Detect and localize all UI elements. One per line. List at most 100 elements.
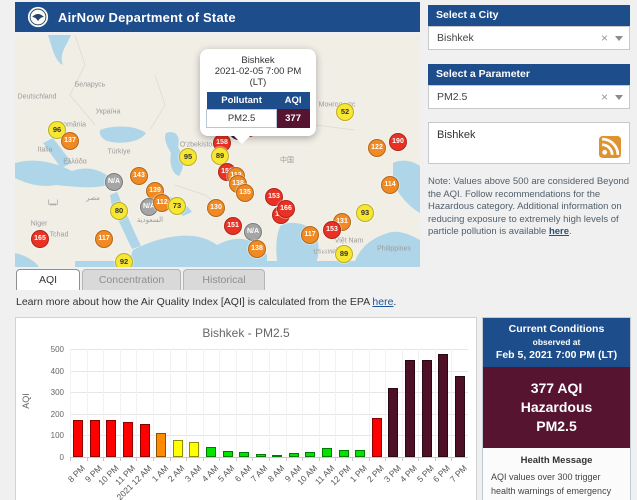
city-clear-icon[interactable]: × (601, 32, 608, 44)
map-marker[interactable]: N/A (105, 173, 123, 191)
map-marker[interactable]: 89 (335, 245, 353, 263)
map-marker[interactable]: 95 (179, 148, 197, 166)
chart-x-tick (435, 458, 436, 461)
map-marker[interactable]: N/A (244, 223, 262, 241)
map-place-label: Philippines (377, 246, 411, 253)
chart-vertical-gridline (385, 349, 386, 457)
chart-x-tick (70, 458, 71, 461)
chart-bar (73, 420, 83, 457)
chart-vertical-gridline (319, 349, 320, 457)
chart-bar (322, 448, 332, 457)
map-marker[interactable]: 122 (368, 139, 386, 157)
map-place-label: Україна (96, 109, 121, 116)
chart-x-tick (335, 458, 336, 461)
chart-x-tick (402, 458, 403, 461)
aqi-map[interactable]: DeutschlandБеларусьУкраїнаRomâniaItaliaΕ… (15, 35, 420, 267)
chart-bar (355, 450, 365, 457)
select-city-header: Select a City (428, 5, 630, 26)
map-marker[interactable]: 93 (356, 204, 374, 222)
chart-vertical-gridline (87, 349, 88, 457)
chart-x-tick (369, 458, 370, 461)
map-marker[interactable]: 114 (381, 176, 399, 194)
chart-x-tick (451, 458, 452, 461)
chart-vertical-gridline (153, 349, 154, 457)
map-marker[interactable]: 73 (168, 197, 186, 215)
map-marker[interactable]: 165 (31, 230, 49, 248)
chart-x-tick (136, 458, 137, 461)
conditions-observed-at: observed at (487, 337, 626, 347)
chart-x-tick (219, 458, 220, 461)
chart-bar (173, 440, 183, 457)
map-marker[interactable]: 117 (95, 230, 113, 248)
parameter-select[interactable]: PM2.5 × (428, 85, 630, 109)
chart-bar (455, 376, 465, 457)
chart-bar (106, 420, 116, 457)
chart-vertical-gridline (335, 349, 336, 457)
chart-x-tick-label: 5 AM (216, 463, 237, 484)
chart-x-axis-line (70, 457, 468, 458)
chart-x-tick (385, 458, 386, 461)
parameter-clear-icon[interactable]: × (601, 91, 608, 103)
chart-vertical-gridline (269, 349, 270, 457)
chart-bar (339, 450, 349, 457)
chart-vertical-gridline (286, 349, 287, 457)
sidebar: Select a City Bishkek × Select a Paramet… (428, 5, 630, 248)
map-marker[interactable]: 135 (236, 184, 254, 202)
note-here-link[interactable]: here (549, 226, 569, 237)
app-header: AirNow Department of State (15, 2, 420, 32)
chart-bar (388, 388, 398, 457)
map-popup: Bishkek 2021-02-05 7:00 PM (LT) Pollutan… (200, 49, 316, 136)
popup-timezone: (LT) (206, 77, 310, 88)
map-marker[interactable]: 137 (61, 132, 79, 150)
map-marker[interactable]: 117 (301, 226, 319, 244)
map-marker[interactable]: 153 (323, 221, 341, 239)
chart-vertical-gridline (70, 349, 71, 457)
chart-x-tick-label: 4 PM (398, 463, 419, 484)
tab-concentration[interactable]: Concentration (82, 269, 181, 290)
conditions-title: Current Conditions (487, 323, 626, 335)
parameter-caret-icon[interactable] (615, 95, 623, 100)
map-place-label: Ελλάδα (63, 159, 87, 166)
map-marker[interactable]: 80 (110, 202, 128, 220)
rss-icon[interactable] (599, 136, 621, 158)
chart-vertical-gridline (435, 349, 436, 457)
map-marker[interactable]: 130 (207, 199, 225, 217)
chart-vertical-gridline (302, 349, 303, 457)
current-conditions-header: Current Conditions observed at Feb 5, 20… (483, 318, 630, 367)
tab-aqi[interactable]: AQI (16, 269, 80, 290)
tab-historical[interactable]: Historical (183, 269, 265, 290)
chart-vertical-gridline (402, 349, 403, 457)
chart-bar (206, 447, 216, 457)
map-marker[interactable]: 151 (224, 217, 242, 235)
chart-x-tick-label: 8 AM (266, 463, 287, 484)
chart-bar (405, 360, 415, 457)
chart-bar (372, 418, 382, 457)
city-select[interactable]: Bishkek × (428, 26, 630, 50)
chart-bar (223, 451, 233, 457)
chart-vertical-gridline (170, 349, 171, 457)
learn-more-here-link[interactable]: here (372, 296, 393, 308)
conditions-aqi-value: 377 AQI (487, 379, 626, 398)
chart-x-tick (87, 458, 88, 461)
health-message-block: Health Message AQI values over 300 trigg… (483, 448, 630, 500)
city-caret-icon[interactable] (615, 36, 623, 41)
map-marker[interactable]: 166 (277, 200, 295, 218)
map-marker[interactable]: 92 (115, 253, 133, 267)
health-message-body: AQI values over 300 trigger health warni… (491, 471, 622, 500)
map-marker[interactable]: 143 (130, 167, 148, 185)
current-conditions-panel: Current Conditions observed at Feb 5, 20… (482, 317, 631, 500)
map-marker[interactable]: 138 (248, 240, 266, 258)
chart-x-tick (252, 458, 253, 461)
chart-vertical-gridline (103, 349, 104, 457)
chart-x-tick-label: 6 PM (431, 463, 452, 484)
beyond-aqi-note: Note: Values above 500 are considered Be… (428, 176, 630, 239)
chart-vertical-gridline (369, 349, 370, 457)
parameter-select-value: PM2.5 (437, 91, 467, 103)
chart-vertical-gridline (236, 349, 237, 457)
map-marker[interactable]: 190 (389, 133, 407, 151)
popup-pollutant-value: PM2.5 (207, 110, 277, 128)
chart-y-tick-label: 100 (20, 431, 64, 440)
conditions-pollutant: PM2.5 (487, 417, 626, 436)
map-marker[interactable]: 52 (336, 103, 354, 121)
popup-col-pollutant: Pollutant (207, 92, 277, 110)
